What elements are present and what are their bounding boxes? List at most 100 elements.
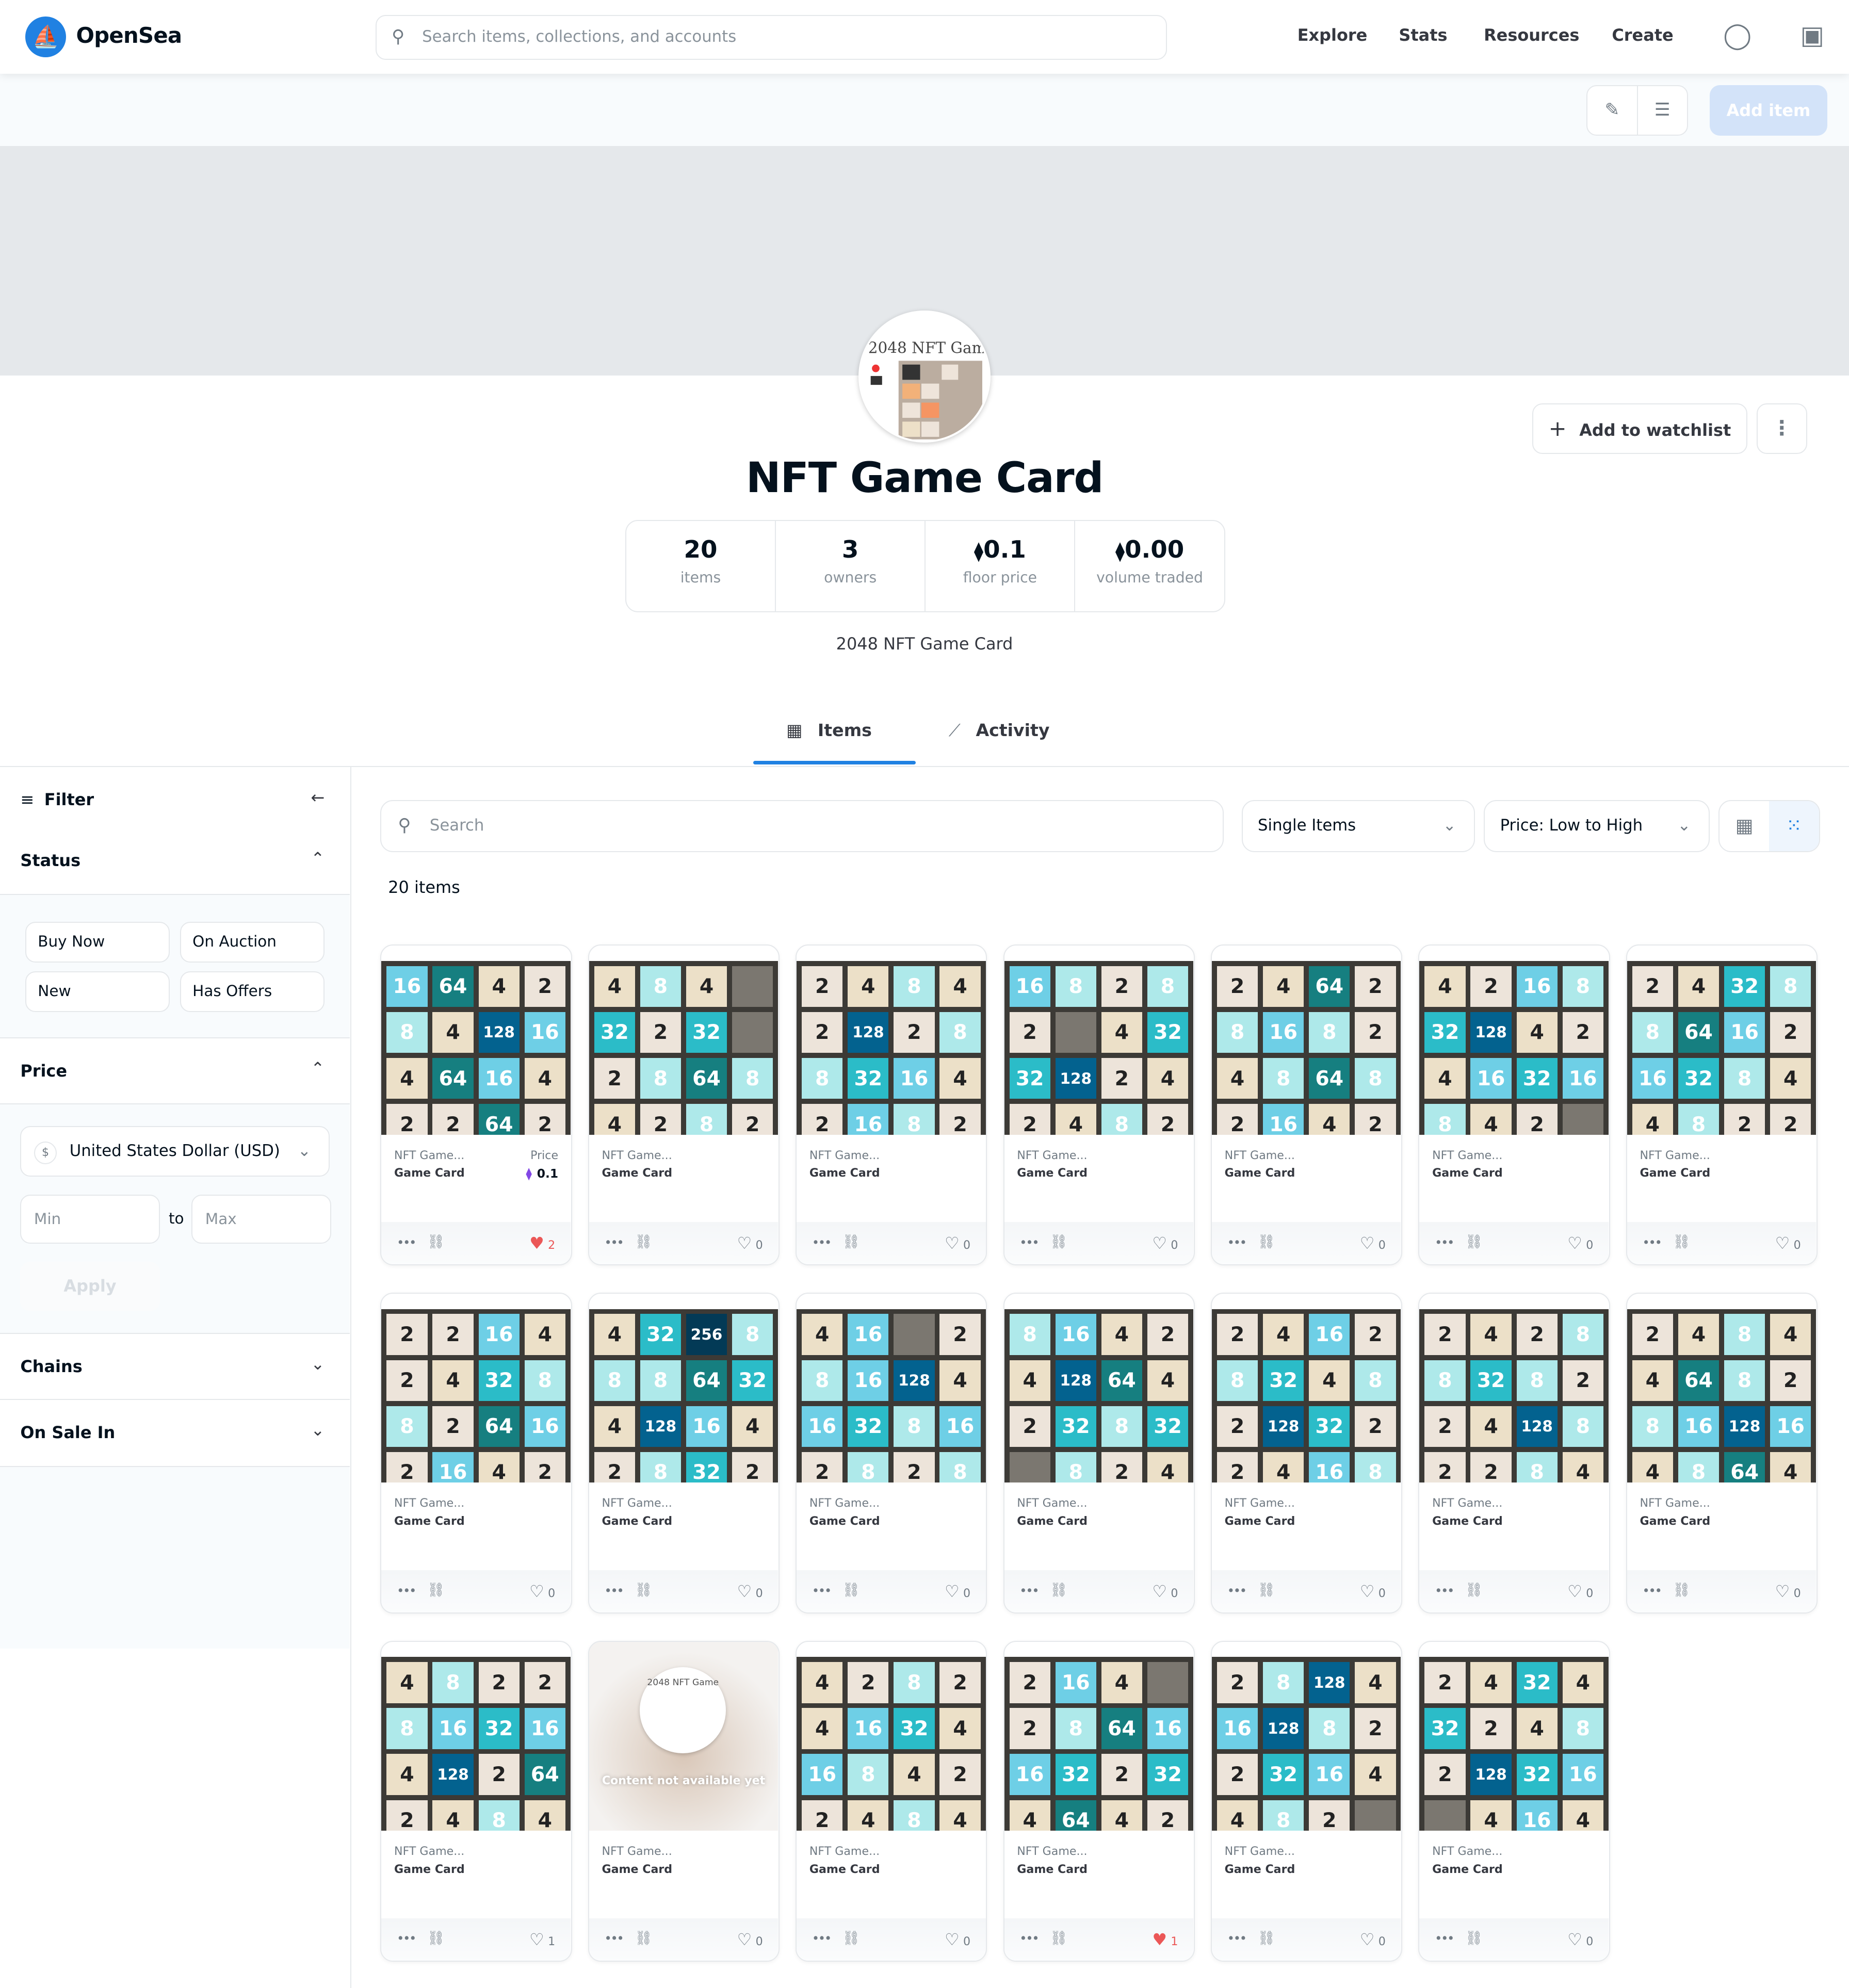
more-dots-icon[interactable]: ••• bbox=[812, 1235, 832, 1250]
favorite-button[interactable]: ♡ 0 bbox=[1152, 1582, 1178, 1601]
link-icon[interactable]: ⛓ bbox=[1465, 1233, 1483, 1250]
favorite-button[interactable]: ♡ 0 bbox=[1775, 1233, 1801, 1253]
card-collection-name[interactable]: NFT Game... bbox=[1225, 1496, 1295, 1510]
stat-owners[interactable]: 3 owners bbox=[775, 520, 925, 612]
nav-create[interactable]: Create bbox=[1612, 25, 1673, 45]
more-dots-icon[interactable]: ••• bbox=[604, 1583, 624, 1598]
status-new[interactable]: New bbox=[25, 971, 170, 1012]
nft-card[interactable]: 4 8 2 2 8 16 32 16 4 128 2 64 2 4 8 4 NFT Game... Game Ca… bbox=[380, 1640, 572, 1962]
price-max-input[interactable]: Max bbox=[191, 1194, 331, 1244]
status-on-auction[interactable]: On Auction bbox=[180, 922, 325, 963]
sort-select[interactable]: Price: Low to High ⌄ bbox=[1484, 800, 1710, 852]
link-icon[interactable]: ⛓ bbox=[427, 1582, 445, 1598]
favorite-button[interactable]: ♡ 0 bbox=[945, 1233, 970, 1253]
nft-image[interactable]: 4 8 2 2 8 16 32 16 4 128 2 64 2 4 8 4 bbox=[381, 1642, 571, 1831]
on-sale-in-section-header[interactable]: On Sale In ⌄ bbox=[0, 1399, 350, 1468]
more-dots-icon[interactable]: ••• bbox=[1019, 1583, 1040, 1598]
edit-pencil-icon[interactable]: ✎ bbox=[1587, 86, 1636, 135]
more-dots-icon[interactable]: ••• bbox=[1642, 1235, 1662, 1250]
more-dots-icon[interactable]: ••• bbox=[397, 1931, 417, 1946]
more-options-icon[interactable]: ⋮ bbox=[1756, 403, 1807, 454]
nft-card[interactable]: 4 16 2 8 16 128 4 16 32 8 16 2 8 2 8 NFT Game... Game Ca… bbox=[796, 1293, 987, 1614]
nft-card[interactable]: 4 32 256 8 8 8 64 32 4 128 16 4 2 8 32 2 NFT Game... Game… bbox=[588, 1293, 780, 1614]
link-icon[interactable]: ⛓ bbox=[842, 1233, 860, 1250]
nft-card[interactable]: 2 4 64 2 8 16 8 2 4 8 64 8 2 16 4 2 NFT Game... Game Card… bbox=[1211, 944, 1403, 1266]
small-grid-icon[interactable]: ⁙ bbox=[1769, 801, 1819, 851]
link-icon[interactable]: ⛓ bbox=[1673, 1233, 1690, 1250]
nft-card[interactable]: 8 16 4 2 4 128 64 4 2 32 8 32 8 2 4 NFT Game... Game Car… bbox=[1003, 1293, 1195, 1614]
card-collection-name[interactable]: NFT Game... bbox=[1640, 1496, 1710, 1510]
nav-stats[interactable]: Stats bbox=[1399, 25, 1447, 45]
card-collection-name[interactable]: NFT Game... bbox=[809, 1496, 880, 1510]
link-icon[interactable]: ⛓ bbox=[842, 1582, 860, 1598]
collapse-arrow-icon[interactable]: ← bbox=[311, 788, 325, 807]
nft-card[interactable]: 2048 NFT Game Content not available yet NF… bbox=[588, 1640, 780, 1962]
tab-activity[interactable]: ⟋ Activity bbox=[949, 720, 1050, 741]
nft-image[interactable]: 2 2 16 4 2 4 32 8 8 2 64 16 2 16 4 2 bbox=[381, 1294, 571, 1483]
link-icon[interactable]: ⛓ bbox=[1258, 1233, 1275, 1250]
more-dots-icon[interactable]: ••• bbox=[1227, 1931, 1247, 1946]
nav-resources[interactable]: Resources bbox=[1484, 25, 1579, 45]
nft-card[interactable]: 4 8 4 32 2 32 2 8 64 8 4 2 8 2 NFT Game... Game Card •••… bbox=[588, 944, 780, 1266]
item-type-select[interactable]: Single Items ⌄ bbox=[1241, 800, 1475, 852]
stat-volume-traded[interactable]: ⧫0.00 volume traded bbox=[1074, 520, 1224, 612]
stat-floor-price[interactable]: ⧫0.1 floor price bbox=[925, 520, 1074, 612]
nft-image[interactable]: 16 64 4 2 8 4 128 16 4 64 16 4 2 2 64 2 bbox=[381, 946, 571, 1135]
chains-section-header[interactable]: Chains ⌄ bbox=[0, 1332, 350, 1400]
link-icon[interactable]: ⛓ bbox=[427, 1930, 445, 1946]
global-search-input[interactable]: ⚲ Search items, collections, and accounts bbox=[375, 15, 1167, 60]
nft-image[interactable]: 4 32 256 8 8 8 64 32 4 128 16 4 2 8 32 2 bbox=[589, 1294, 778, 1483]
more-dots-icon[interactable]: ••• bbox=[812, 1583, 832, 1598]
currency-select[interactable]: $ United States Dollar (USD) ⌄ bbox=[20, 1126, 330, 1177]
add-to-watchlist-button[interactable]: + Add to watchlist bbox=[1532, 403, 1748, 454]
favorite-button[interactable]: ♡ 0 bbox=[737, 1233, 763, 1253]
filter-header[interactable]: ≡ Filter ← bbox=[0, 767, 350, 835]
nft-image[interactable]: 2 16 4 2 8 64 16 16 32 2 32 4 64 4 2 bbox=[1004, 1642, 1193, 1831]
nft-image[interactable]: 2 4 2 8 8 32 8 2 2 4 128 8 2 2 8 4 bbox=[1419, 1294, 1609, 1483]
favorite-button[interactable]: ♡ 0 bbox=[1775, 1582, 1801, 1601]
card-collection-name[interactable]: NFT Game... bbox=[1640, 1149, 1710, 1162]
tab-items[interactable]: ▦ Items bbox=[786, 720, 872, 740]
card-collection-name[interactable]: NFT Game... bbox=[394, 1149, 464, 1162]
card-collection-name[interactable]: NFT Game... bbox=[1017, 1845, 1087, 1858]
card-collection-name[interactable]: NFT Game... bbox=[1017, 1496, 1087, 1510]
favorite-button[interactable]: ♡ 1 bbox=[529, 1930, 555, 1949]
nft-card[interactable]: 2 4 32 8 8 64 16 2 16 32 8 4 4 8 2 2 NFT Game... Game Car… bbox=[1626, 944, 1818, 1266]
nft-card[interactable]: 4 2 8 2 4 16 32 4 16 8 4 2 2 4 8 4 NFT Game... Game Card •… bbox=[796, 1640, 987, 1962]
nft-image[interactable]: 2048 NFT Game Content not available yet bbox=[589, 1641, 778, 1831]
nav-explore[interactable]: Explore bbox=[1297, 25, 1368, 45]
add-item-button[interactable]: Add item bbox=[1709, 85, 1828, 136]
link-icon[interactable]: ⛓ bbox=[635, 1233, 652, 1250]
link-icon[interactable]: ⛓ bbox=[635, 1930, 652, 1946]
more-dots-icon[interactable]: ••• bbox=[397, 1583, 417, 1598]
link-icon[interactable]: ⛓ bbox=[1465, 1582, 1483, 1598]
nft-card[interactable]: 4 2 16 8 32 128 4 2 4 16 32 16 8 4 2 NFT Game... Game Ca… bbox=[1418, 944, 1610, 1266]
link-icon[interactable]: ⛓ bbox=[1465, 1930, 1483, 1946]
opensea-logo-icon[interactable]: ⛵ bbox=[25, 16, 66, 57]
status-has-offers[interactable]: Has Offers bbox=[180, 971, 325, 1012]
nft-image[interactable]: 2 4 8 4 2 128 2 8 8 32 16 4 2 16 8 2 bbox=[797, 946, 986, 1135]
favorite-button[interactable]: ♡ 0 bbox=[1567, 1582, 1593, 1601]
account-icon[interactable]: ◯ bbox=[1722, 20, 1753, 51]
nft-image[interactable]: 4 2 8 2 4 16 32 4 16 8 4 2 2 4 8 4 bbox=[797, 1642, 986, 1831]
nft-image[interactable]: 4 2 16 8 32 128 4 2 4 16 32 16 8 4 2 bbox=[1419, 946, 1609, 1135]
status-buy-now[interactable]: Buy Now bbox=[25, 922, 170, 963]
card-collection-name[interactable]: NFT Game... bbox=[1432, 1496, 1502, 1510]
stat-items[interactable]: 20 items bbox=[626, 521, 775, 611]
nft-card[interactable]: 2 4 16 2 8 32 4 8 2 128 32 2 2 4 16 8 NFT Game... Game Ca… bbox=[1211, 1293, 1403, 1614]
card-collection-name[interactable]: NFT Game... bbox=[602, 1149, 672, 1162]
nft-card[interactable]: 2 4 2 8 8 32 8 2 2 4 128 8 2 2 8 4 NFT Game... Game Card •… bbox=[1418, 1293, 1610, 1614]
wallet-icon[interactable]: ▣ bbox=[1797, 20, 1827, 51]
more-dots-icon[interactable]: ••• bbox=[1435, 1235, 1455, 1250]
more-dots-icon[interactable]: ••• bbox=[1435, 1931, 1455, 1946]
more-dots-icon[interactable]: ••• bbox=[1435, 1583, 1455, 1598]
card-collection-name[interactable]: NFT Game... bbox=[602, 1496, 672, 1510]
favorite-button[interactable]: ♥ 2 bbox=[529, 1233, 555, 1253]
card-collection-name[interactable]: NFT Game... bbox=[809, 1149, 880, 1162]
link-icon[interactable]: ⛓ bbox=[842, 1930, 860, 1946]
nft-image[interactable]: 2 4 32 4 32 2 4 8 2 128 32 16 4 16 4 bbox=[1419, 1642, 1609, 1831]
apply-button[interactable]: Apply bbox=[20, 1261, 160, 1311]
favorite-button[interactable]: ♡ 0 bbox=[1360, 1233, 1386, 1253]
favorite-button[interactable]: ♡ 0 bbox=[529, 1582, 555, 1601]
nft-image[interactable]: 2 4 16 2 8 32 4 8 2 128 32 2 2 4 16 8 bbox=[1212, 1294, 1401, 1483]
